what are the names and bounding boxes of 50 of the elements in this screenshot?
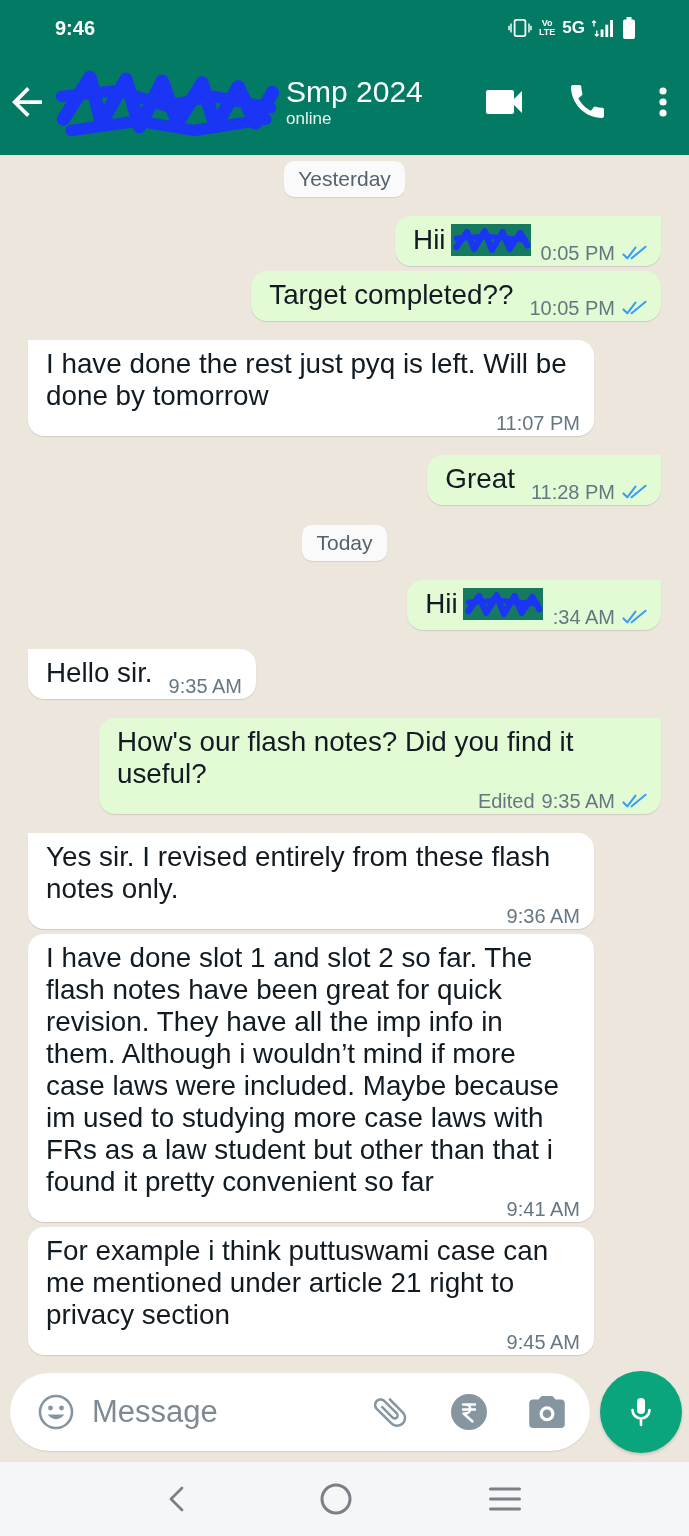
date-chip: Yesterday <box>284 161 405 197</box>
message-time: 11:28 PM <box>530 481 615 503</box>
volte-label: Vo LTE <box>538 19 556 37</box>
message-text: For example i think puttuswami case can me mentioned under article 21 right to privacy section <box>46 1235 550 1331</box>
signal-icon <box>592 18 613 38</box>
battery-icon <box>623 17 635 39</box>
message-text: I have done slot 1 and slot 2 so far. The flash notes have been great for quick revision. They have all the imp info in them. Although i wouldn’t mind if more case laws were included. Maybe because im used to studying more case laws with FRs as a law student but other than that i found it pretty convenient so far <box>46 942 560 1198</box>
message-text: I have done the rest just pyq is left. Will be done by tomorrow <box>46 348 568 412</box>
message-text: Target completed?? <box>269 279 514 311</box>
message-time: 9:45 AM <box>506 1331 580 1353</box>
message-text: Yes sir. I revised entirely from these flash notes only. <box>46 841 552 905</box>
message-time: 10:05 PM <box>529 297 615 319</box>
message-time: 9:35 AM <box>168 675 242 697</box>
network-label: 5G <box>562 18 585 38</box>
menu-icon <box>488 1487 521 1511</box>
smiley-icon <box>38 1394 74 1430</box>
circle-icon <box>320 1483 353 1515</box>
phone-icon <box>571 85 604 118</box>
more-options-button[interactable] <box>659 86 667 117</box>
message-composer[interactable]: Message <box>10 1373 590 1451</box>
message-text: Great <box>445 463 515 495</box>
video-call-button[interactable] <box>484 88 524 115</box>
back-button[interactable] <box>12 86 42 117</box>
back-arrow-icon <box>12 86 42 117</box>
chevron-left-icon <box>168 1485 185 1513</box>
date-chip: Today <box>302 525 387 561</box>
camera-button[interactable] <box>529 1396 565 1428</box>
message-text: Hii <box>425 588 458 620</box>
message-time: 0:05 PM <box>540 242 615 264</box>
message-time: 9:36 AM <box>506 905 580 927</box>
microphone-icon <box>629 1396 653 1428</box>
contact-name[interactable]: Smp 2024 <box>286 74 423 109</box>
message-text: Hii <box>413 224 446 256</box>
edited-label: Edited <box>477 790 535 812</box>
payment-button[interactable] <box>451 1394 487 1430</box>
emoji-button[interactable] <box>38 1394 74 1430</box>
camera-icon <box>529 1396 565 1428</box>
contact-status: online <box>286 109 332 129</box>
vibrate-icon <box>507 19 532 37</box>
voice-call-button[interactable] <box>571 85 604 118</box>
message-time: 11:07 PM <box>495 412 580 434</box>
status-time: 9:46 <box>55 16 96 40</box>
message-text: How's our flash notes? Did you find it useful? <box>117 726 575 790</box>
message-time: 9:35 AM <box>541 790 615 812</box>
message-time: :34 AM <box>552 606 615 628</box>
rupee-icon <box>451 1394 487 1430</box>
video-camera-icon <box>484 88 524 115</box>
more-menu-icon <box>659 86 667 117</box>
message-time: 9:41 AM <box>506 1198 580 1220</box>
message-text: Hello sir. <box>46 657 153 689</box>
